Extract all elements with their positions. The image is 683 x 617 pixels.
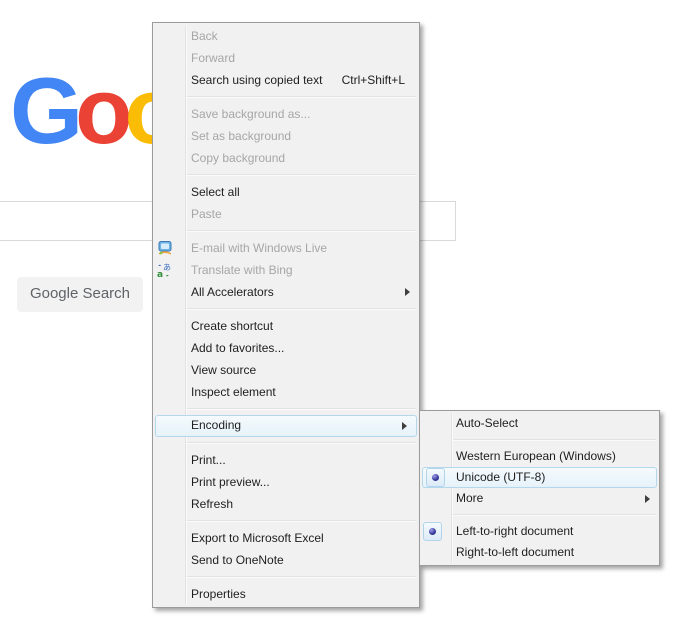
google-logo: Goo xyxy=(10,64,182,158)
menu-item-add-to-favorites[interactable]: Add to favorites... xyxy=(153,337,419,359)
menu-item-paste: Paste xyxy=(153,203,419,225)
menu-item-label: Inspect element xyxy=(191,385,276,399)
menu-item-label: Right-to-left document xyxy=(456,545,575,559)
menu-item-label: All Accelerators xyxy=(191,285,274,299)
menu-item-save-background-as: Save background as... xyxy=(153,103,419,125)
context-menu: Back Forward Search using copied text Ct… xyxy=(152,22,420,608)
menu-item-back: Back xyxy=(153,25,419,47)
menu-item-properties[interactable]: Properties xyxy=(153,583,419,605)
menu-item-print-preview[interactable]: Print preview... xyxy=(153,471,419,493)
menu-item-label: Send to OneNote xyxy=(191,553,284,567)
menu-item-create-shortcut[interactable]: Create shortcut xyxy=(153,315,419,337)
menu-item-label: Set as background xyxy=(191,129,292,143)
menu-item-select-all[interactable]: Select all xyxy=(153,181,419,203)
menu-item-label: Properties xyxy=(191,587,246,601)
submenu-arrow-icon xyxy=(645,494,650,503)
menu-item-email-with-windows-live: E-mail with Windows Live xyxy=(153,237,419,259)
menu-item-export-to-microsoft-excel[interactable]: Export to Microsoft Excel xyxy=(153,527,419,549)
submenu-item-left-to-right-document[interactable]: Left-to-right document xyxy=(420,521,659,542)
menu-item-label: Forward xyxy=(191,51,236,65)
menu-item-refresh[interactable]: Refresh xyxy=(153,493,419,515)
encoding-submenu: Auto-Select Western European (Windows) U… xyxy=(419,410,660,566)
menu-item-forward: Forward xyxy=(153,47,419,69)
radio-bullet-icon xyxy=(423,522,442,541)
menu-item-label: Print preview... xyxy=(191,475,270,489)
menu-separator xyxy=(187,520,416,522)
submenu-item-right-to-left-document[interactable]: Right-to-left document xyxy=(420,542,659,563)
menu-separator xyxy=(452,514,656,516)
menu-item-label: Back xyxy=(191,29,218,43)
submenu-arrow-icon xyxy=(402,422,407,430)
menu-item-label: Refresh xyxy=(191,497,234,511)
submenu-item-more[interactable]: More xyxy=(420,488,659,509)
menu-item-encoding[interactable]: Encoding xyxy=(155,415,417,437)
menu-item-label: Search using copied text xyxy=(191,73,323,87)
submenu-item-western-european-windows[interactable]: Western European (Windows) xyxy=(420,446,659,467)
menu-item-inspect-element[interactable]: Inspect element xyxy=(153,381,419,403)
menu-item-set-as-background: Set as background xyxy=(153,125,419,147)
menu-item-label: Western European (Windows) xyxy=(456,449,616,463)
menu-item-label: More xyxy=(456,491,484,505)
menu-item-label: Encoding xyxy=(191,418,242,432)
menu-separator xyxy=(452,439,656,441)
windows-live-mail-icon xyxy=(157,240,173,256)
menu-item-label: E-mail with Windows Live xyxy=(191,241,328,255)
svg-text:あ: あ xyxy=(163,263,171,272)
menu-item-label: Paste xyxy=(191,207,222,221)
browser-page: Goo Google Search Back Forward Search us… xyxy=(0,0,683,617)
svg-text:a: a xyxy=(157,270,163,278)
menu-item-label: Unicode (UTF-8) xyxy=(456,470,546,484)
menu-item-label: Translate with Bing xyxy=(191,263,293,277)
menu-separator xyxy=(187,96,416,98)
menu-item-label: View source xyxy=(191,363,257,377)
menu-separator xyxy=(187,230,416,232)
menu-separator xyxy=(187,308,416,310)
menu-item-label: Create shortcut xyxy=(191,319,274,333)
logo-letter-g: G xyxy=(10,58,83,163)
menu-item-label: Add to favorites... xyxy=(191,341,285,355)
menu-item-label: Save background as... xyxy=(191,107,311,121)
menu-item-label: Copy background xyxy=(191,151,286,165)
logo-letter-o1: o xyxy=(75,58,132,163)
submenu-item-auto-select[interactable]: Auto-Select xyxy=(420,413,659,434)
menu-item-label: Select all xyxy=(191,185,240,199)
submenu-item-unicode-utf-8[interactable]: Unicode (UTF-8) xyxy=(422,467,657,488)
menu-item-view-source[interactable]: View source xyxy=(153,359,419,381)
menu-item-label: Export to Microsoft Excel xyxy=(191,531,324,545)
menu-item-label: Auto-Select xyxy=(456,416,519,430)
radio-bullet-icon xyxy=(426,468,445,487)
menu-item-all-accelerators[interactable]: All Accelerators xyxy=(153,281,419,303)
menu-item-search-using-copied-text[interactable]: Search using copied text Ctrl+Shift+L xyxy=(153,69,419,91)
menu-separator xyxy=(187,174,416,176)
menu-separator xyxy=(187,408,416,410)
google-search-button[interactable]: Google Search xyxy=(17,277,143,312)
menu-item-translate-with-bing: あ a Translate with Bing xyxy=(153,259,419,281)
menu-item-label: Print... xyxy=(191,453,226,467)
submenu-arrow-icon xyxy=(405,288,410,296)
menu-item-label: Left-to-right document xyxy=(456,524,574,538)
menu-item-send-to-onenote[interactable]: Send to OneNote xyxy=(153,549,419,571)
menu-separator xyxy=(187,576,416,578)
menu-item-shortcut: Ctrl+Shift+L xyxy=(341,73,405,87)
menu-item-copy-background: Copy background xyxy=(153,147,419,169)
menu-separator xyxy=(187,442,416,444)
menu-item-print[interactable]: Print... xyxy=(153,449,419,471)
bing-translate-icon: あ a xyxy=(157,262,173,280)
